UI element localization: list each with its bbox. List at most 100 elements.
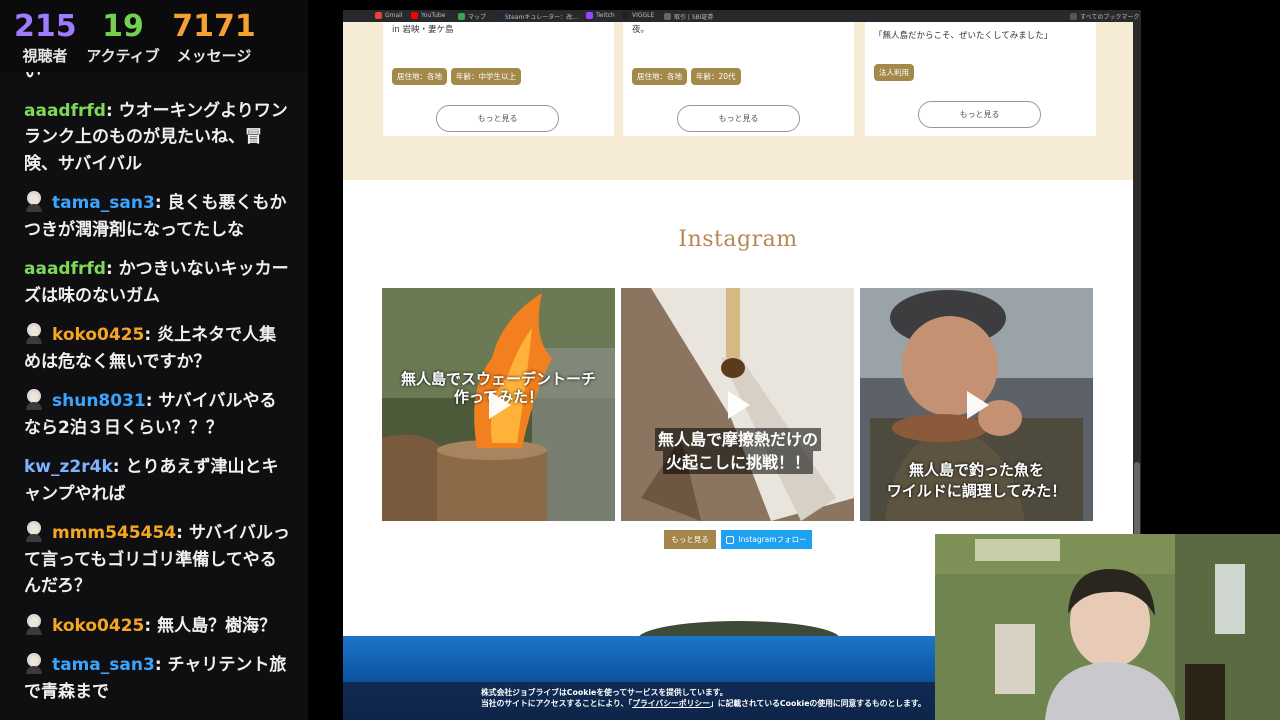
chat-colon: :: [112, 457, 126, 477]
viewers-count: 215: [14, 9, 77, 44]
bookmark-item[interactable]: 取引 | SBI証券: [664, 12, 714, 21]
bookmark-label: 取引 | SBI証券: [674, 14, 714, 21]
bookmark-item[interactable]: VIGGLE: [622, 12, 654, 19]
chat-username[interactable]: koko0425: [52, 616, 144, 636]
messages-count: 7171: [172, 9, 256, 44]
card-text: in 岩映・妻ケ島: [392, 25, 454, 35]
experience-card-3[interactable]: 「無人島だからこそ、ぜいたくしてみました」 法人利用 もっと見る: [865, 22, 1096, 136]
user-avatar-icon[interactable]: [24, 613, 44, 635]
tag: 年齢：20代: [691, 68, 741, 85]
webcam-feed: [935, 534, 1280, 720]
bookmark-item[interactable]: マップ: [458, 12, 486, 21]
post-caption: 無人島で摩擦熱だけの 火起こしに挑戦！！: [627, 428, 849, 474]
bookmark-label: マップ: [468, 14, 487, 21]
chat-message: aaadfrfd: かつきいないキッカーズは味のないガム: [0, 256, 308, 309]
chat-username[interactable]: tama_san3: [52, 193, 155, 213]
active-stat: 19 アクティブ: [86, 8, 160, 66]
bookmark-label: Twitch: [596, 12, 615, 19]
chat-message: tama_san3: 良くも悪くもかつきが潤滑剤になってたしな: [0, 190, 308, 243]
bookmark-favicon-icon: [411, 12, 418, 19]
chat-colon: :: [144, 615, 158, 636]
messages-label: メッセージ: [176, 47, 252, 65]
bookmark-item[interactable]: Gmail: [375, 12, 403, 19]
chat-message: tama_san3: チャリテント旅で青森まで: [0, 652, 308, 705]
tag: 居住地：各地: [392, 68, 447, 85]
card-text: 夜。: [632, 25, 650, 35]
chat-username[interactable]: mmm545454: [52, 523, 176, 543]
privacy-policy-link[interactable]: プライバシーポリシー: [632, 699, 710, 708]
chat-message: aaadfrfd: ウオーキングよりワンランク上のものが見たいね、冒険、サバイバ…: [0, 98, 308, 178]
chat-username[interactable]: koko0425: [52, 325, 144, 345]
user-avatar-icon[interactable]: [24, 190, 44, 212]
chat-message: mmm545454: サバイバルって言ってもゴリゴリ準備してやるんだろ？: [0, 520, 308, 600]
chat-colon: :: [105, 259, 119, 279]
screen-gap: [308, 0, 343, 720]
experience-card-1[interactable]: in 岩映・妻ケ島 居住地：各地 年齢：中学生以上 もっと見る: [383, 22, 614, 136]
bookmark-favicon-icon: [375, 12, 382, 19]
bookmark-favicon-icon: [622, 12, 629, 19]
post-caption: 無人島で釣った魚を ワイルドに調理してみた！: [886, 461, 1067, 500]
chat-username[interactable]: aaadfrfd: [24, 101, 106, 121]
active-label: アクティブ: [86, 47, 160, 65]
chat-message: kw_z2r4k: とりあえず津山とキャンプやれば: [0, 454, 308, 507]
bookmark-label: Steamキュレーター：改...: [505, 14, 578, 21]
bookmarks-bar: Gmail YouTube マップ Steamキュレーター：改... Twitch VIG…: [343, 10, 1141, 22]
user-avatar-icon[interactable]: [24, 652, 44, 674]
user-avatar-icon[interactable]: [24, 520, 44, 542]
bookmark-label: VIGGLE: [632, 12, 655, 19]
tag: 法人利用: [874, 64, 914, 81]
bookmark-item[interactable]: YouTube: [411, 12, 445, 19]
user-avatar-icon[interactable]: [24, 322, 44, 344]
tag: 年齢：中学生以上: [451, 68, 521, 85]
card-tags: 居住地：各地 年齢：20代: [632, 68, 741, 85]
stream-stats-bar: 215 視聴者 19 アクティブ 7171 メッセージ: [0, 0, 308, 72]
cream-section: in 岩映・妻ケ島 居住地：各地 年齢：中学生以上 もっと見る 夜。 居住地：各…: [343, 22, 1133, 180]
chat-username[interactable]: shun8031: [52, 391, 146, 411]
chat-message-list: い aaadfrfd: ウオーキングよりワンランク上のものが見たいね、冒険、サバ…: [0, 72, 308, 718]
bookmark-item[interactable]: Twitch: [586, 12, 615, 19]
bookmark-favicon-icon: [495, 13, 502, 20]
bookmark-item[interactable]: Steamキュレーター：改...: [495, 12, 578, 21]
chat-text: 無人島？樹海？: [157, 615, 277, 636]
chat-colon: :: [154, 655, 168, 675]
more-button[interactable]: もっと見る: [918, 101, 1041, 128]
instagram-post-3[interactable]: 無人島で釣った魚を ワイルドに調理してみた！: [860, 288, 1093, 521]
card-tags: 法人利用: [874, 64, 914, 81]
chat-partial-line: い: [24, 72, 41, 82]
bookmark-favicon-icon: [458, 13, 465, 20]
instagram-post-2[interactable]: 無人島で摩擦熱だけの 火起こしに挑戦！！: [621, 288, 854, 521]
instagram-post-1[interactable]: 無人島でスウェーデントーチ 作ってみた！: [382, 288, 615, 521]
chat-username[interactable]: kw_z2r4k: [24, 457, 113, 477]
messages-stat: 7171 メッセージ: [172, 8, 256, 66]
experience-card-2[interactable]: 夜。 居住地：各地 年齢：20代 もっと見る: [623, 22, 854, 136]
card-text: 「無人島だからこそ、ぜいたくしてみました」: [874, 31, 1053, 41]
user-avatar-icon[interactable]: [24, 388, 44, 410]
chat-colon: :: [105, 100, 119, 121]
chat-colon: :: [154, 193, 168, 213]
instagram-icon: [726, 535, 735, 544]
bookmark-item[interactable]: すべてのブックマーク: [1070, 12, 1139, 21]
chat-message: shun8031: サバイバルやるなら2泊３日くらい？？？: [0, 388, 308, 441]
bookmark-favicon-icon: [1070, 13, 1077, 20]
chat-username[interactable]: tama_san3: [52, 655, 155, 675]
more-posts-button[interactable]: もっと見る: [664, 530, 716, 549]
active-count: 19: [102, 9, 144, 44]
bookmark-favicon-icon: [664, 13, 671, 20]
chat-colon: :: [144, 325, 158, 345]
screen-gap-right: [1141, 0, 1280, 534]
chat-username[interactable]: aaadfrfd: [24, 259, 106, 279]
more-button[interactable]: もっと見る: [436, 105, 559, 132]
webcam-overlay: [935, 534, 1280, 720]
chat-colon: :: [145, 391, 159, 411]
chat-panel[interactable]: い aaadfrfd: ウオーキングよりワンランク上のものが見たいね、冒険、サバ…: [0, 72, 308, 720]
instagram-follow-button[interactable]: Instagramフォロー: [721, 530, 812, 549]
chat-message: koko0425: 無人島？樹海？: [0, 613, 308, 640]
play-icon: [967, 391, 989, 419]
viewers-label: 視聴者: [22, 47, 68, 65]
more-button[interactable]: もっと見る: [677, 105, 800, 132]
instagram-heading: Instagram: [678, 227, 798, 252]
bookmark-label: Gmail: [385, 12, 403, 19]
bookmark-label: YouTube: [421, 12, 446, 19]
bookmark-label: すべてのブックマーク: [1080, 14, 1140, 21]
bookmark-favicon-icon: [586, 12, 593, 19]
